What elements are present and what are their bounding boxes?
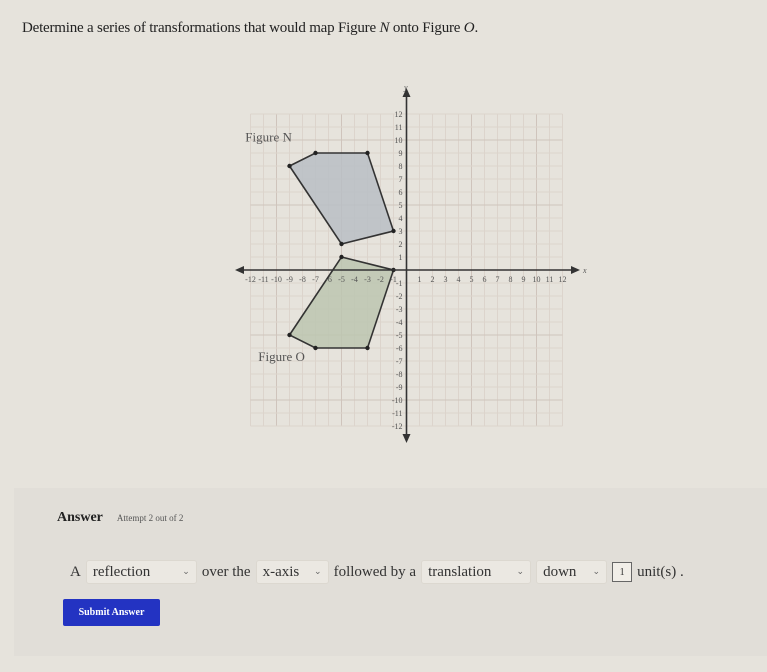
y-tick-label: 8 — [399, 162, 403, 171]
y-tick-label: -8 — [396, 370, 403, 379]
x-tick-label: 6 — [483, 275, 487, 284]
y-tick-label: -3 — [396, 305, 403, 314]
x-tick-label: -12 — [245, 275, 256, 284]
transformation-2-dropdown[interactable]: translation ⌄ — [421, 560, 532, 584]
y-tick-label: -9 — [396, 383, 403, 392]
figure-o-vertex — [313, 345, 318, 351]
y-tick-label: 2 — [399, 240, 403, 249]
y-tick-label: -1 — [396, 279, 403, 288]
figure-n-vertex — [365, 150, 370, 156]
x-tick-label: 11 — [546, 275, 554, 284]
y-tick-label: -7 — [396, 357, 403, 366]
x-tick-label: 8 — [509, 275, 513, 284]
x-tick-label: -2 — [377, 275, 384, 284]
x-tick-label: -4 — [351, 275, 358, 284]
answer-header: Answer Attempt 2 out of 2 — [57, 508, 183, 526]
y-tick-label: 5 — [399, 201, 403, 210]
figure-o-vertex — [365, 345, 370, 351]
y-tick-label: 4 — [399, 214, 403, 223]
answer-sentence: A reflection ⌄ over the x-axis ⌄ followe… — [70, 559, 684, 585]
figure-o-label: Figure O — [258, 349, 305, 364]
axis-value: x-axis — [262, 563, 300, 580]
x-tick-label: 9 — [522, 275, 526, 284]
figures: Figure N Figure O — [245, 129, 396, 364]
coordinate-graph: Figure NFigure O xy -12 -11 -10 -9 -8 -7 -6 -5-… — [235, 83, 587, 443]
y-tick-label: 9 — [399, 149, 403, 158]
direction-dropdown[interactable]: down ⌄ — [536, 560, 608, 584]
figure-n-polygon — [288, 152, 395, 245]
x-tick-label: -8 — [299, 275, 306, 284]
x-tick-label: 10 — [533, 275, 541, 284]
y-tick-label: 10 — [395, 136, 403, 145]
x-tick-label: 12 — [559, 275, 567, 284]
x-tick-label: 3 — [444, 275, 448, 284]
x-tick-label: -11 — [258, 275, 268, 284]
y-tick-label: -11 — [392, 409, 402, 418]
y-axis-label: y — [403, 83, 408, 92]
x-tick-label: -10 — [271, 275, 282, 284]
chevron-down-icon: ⌄ — [592, 567, 601, 577]
y-tick-label: -4 — [396, 318, 403, 327]
submit-answer-button[interactable]: Submit Answer — [63, 599, 160, 626]
x-tick-label: -3 — [364, 275, 371, 284]
chevron-down-icon: ⌄ — [516, 567, 525, 577]
figure-n-vertex — [287, 163, 292, 169]
chevron-down-icon: ⌄ — [182, 567, 190, 577]
x-axis-label: x — [582, 266, 587, 275]
x-axis-right-arrow-icon — [571, 266, 580, 274]
x-tick-label: -5 — [338, 275, 345, 284]
transformation-1-dropdown[interactable]: reflection ⌄ — [85, 560, 197, 584]
answer-title: Answer — [57, 510, 103, 525]
x-tick-label: 1 — [418, 275, 422, 284]
figure-o-vertex — [339, 254, 344, 260]
units-input[interactable]: 1 — [612, 562, 633, 582]
y-tick-label: 3 — [399, 227, 403, 236]
x-tick-label: 5 — [470, 275, 474, 284]
word-a: A — [70, 563, 81, 580]
y-tick-label: 7 — [399, 175, 403, 184]
followed-by-text: followed by a — [333, 563, 417, 580]
y-tick-label: 6 — [399, 188, 403, 197]
y-axis-down-arrow-icon — [402, 434, 411, 443]
figure-n-label: Figure N — [245, 129, 292, 144]
y-tick-label: -12 — [392, 422, 403, 431]
figure-n-vertex — [339, 241, 344, 247]
x-tick-label: -6 — [325, 275, 332, 284]
y-tick-label: 1 — [399, 253, 403, 262]
attempt-counter: Attempt 2 out of 2 — [116, 513, 184, 523]
y-tick-label: -10 — [392, 396, 403, 405]
x-tick-label: 7 — [496, 275, 500, 284]
x-tick-label: -9 — [286, 275, 293, 284]
figure-o-vertex — [287, 332, 292, 338]
units-label: unit(s) . — [637, 563, 684, 580]
y-tick-label: 12 — [395, 110, 403, 119]
transformation-2-value: translation — [428, 563, 492, 580]
x-tick-label: 2 — [431, 275, 435, 284]
y-tick-label: -2 — [396, 292, 403, 301]
y-tick-label: -5 — [396, 331, 403, 340]
over-the-text: over the — [201, 563, 251, 580]
figure-n-vertex — [313, 150, 318, 156]
y-tick-label: 11 — [395, 123, 403, 132]
x-axis-left-arrow-icon — [235, 266, 244, 274]
chevron-down-icon: ⌄ — [314, 567, 322, 577]
y-tick-label: -6 — [396, 344, 403, 353]
figure-n-vertex — [391, 228, 396, 234]
x-tick-label: 4 — [457, 275, 461, 284]
x-tick-label: -7 — [312, 275, 319, 284]
transformation-1-value: reflection — [92, 563, 151, 580]
axis-dropdown[interactable]: x-axis ⌄ — [255, 560, 329, 584]
direction-value: down — [543, 563, 577, 580]
